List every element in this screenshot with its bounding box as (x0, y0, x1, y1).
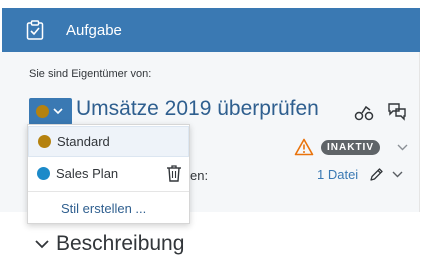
create-style-link[interactable]: Stil erstellen ... (61, 201, 146, 216)
chevron-down-icon (53, 108, 63, 115)
style-color-dot (36, 105, 49, 118)
trash-icon[interactable] (166, 164, 182, 182)
header-banner: Aufgabe (2, 8, 420, 52)
header-title: Aufgabe (66, 21, 122, 39)
description-section-header[interactable]: Beschreibung (35, 232, 184, 256)
attachments-label: en: (190, 168, 209, 183)
share-icon[interactable] (353, 101, 375, 123)
menu-divider (28, 191, 189, 192)
chevron-down-icon[interactable] (397, 144, 408, 151)
style-color-dot (37, 167, 50, 180)
chevron-down-icon[interactable] (392, 171, 403, 178)
owner-label: Sie sind Eigentümer von: (29, 68, 152, 80)
discussion-icon[interactable] (386, 100, 408, 122)
status-row: INAKTIV (294, 138, 408, 156)
section-title: Beschreibung (56, 232, 185, 255)
warning-icon (294, 138, 314, 156)
status-badge: INAKTIV (321, 139, 380, 155)
menu-item-sales-plan[interactable]: Sales Plan (28, 158, 189, 189)
clipboard-task-icon (26, 20, 44, 40)
menu-item-label: Sales Plan (56, 166, 119, 181)
style-dropdown-menu: Standard Sales Plan Stil erstellen ... (27, 124, 190, 224)
attachments-link[interactable]: 1 Datei (317, 167, 358, 182)
pencil-icon[interactable] (369, 167, 384, 182)
chevron-down-icon (35, 240, 49, 249)
menu-item-standard[interactable]: Standard (28, 126, 189, 157)
header-bar: Aufgabe (0, 0, 420, 60)
status-style-button[interactable] (29, 98, 72, 125)
task-title: Umsätze 2019 überprüfen (76, 97, 319, 120)
menu-item-label: Standard (57, 134, 110, 149)
style-color-dot (38, 135, 51, 148)
